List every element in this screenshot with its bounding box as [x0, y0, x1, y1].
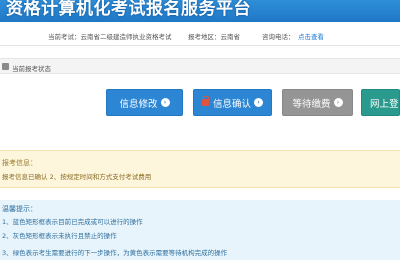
- header-banner: 资格计算机化考试报名服务平台: [0, 0, 400, 22]
- tip-item: 2、灰色矩形框表示未执行且禁止的操作: [2, 232, 117, 240]
- chevron-right-circle-icon: ›: [333, 98, 343, 107]
- online-login-label: 网上登: [370, 98, 399, 110]
- notice-text: 报考信息已确认 2、按规定时间和方式支付考试费用: [2, 173, 152, 181]
- tips-panel: 温馨提示： 1、蓝色矩形框表示目前已完成或可以进行的操作 2、灰色矩形框表示未执…: [0, 200, 400, 260]
- status-icon: [2, 63, 9, 70]
- info-modify-label: 信息修改: [119, 98, 158, 110]
- tip-item: 3、绿色表示考生需要进行的下一步操作，为黄色表示需要等待机构完成的操作: [2, 249, 228, 257]
- exam-info-notice: 报考信息： 报考信息已确认 2、按规定时间和方式支付考试费用: [0, 150, 400, 188]
- hotline-view-link[interactable]: 点击查看: [298, 31, 324, 41]
- status-bar: 当前报考状态: [0, 58, 400, 74]
- status-title: 当前报考状态: [12, 65, 51, 73]
- chevron-right-circle-icon: ›: [254, 98, 263, 107]
- tips-title: 温馨提示：: [2, 205, 37, 213]
- exam-info-bar: 当前考试：云南省二级建造师执业资格考试 报考地区：云南省 咨询电话： 点击查看: [0, 22, 400, 46]
- notice-title: 报考信息：: [2, 159, 37, 167]
- chevron-right-circle-icon: ›: [160, 98, 170, 107]
- hotline-label: 咨询电话：: [262, 33, 295, 41]
- info-confirm-button[interactable]: 信息确认 ›: [193, 89, 272, 116]
- exam-region-label: 报考地区：云南省: [188, 33, 240, 41]
- info-modify-button[interactable]: 信息修改 ›: [106, 89, 183, 116]
- tip-item: 1、蓝色矩形框表示目前已完成或可以进行的操作: [2, 218, 143, 226]
- lock-icon: [201, 96, 210, 106]
- await-payment-label: 等待缴费: [292, 98, 331, 110]
- await-payment-button[interactable]: 等待缴费 ›: [282, 89, 353, 116]
- online-login-button[interactable]: 网上登: [361, 89, 400, 116]
- info-confirm-label: 信息确认: [212, 98, 251, 110]
- platform-title: 资格计算机化考试报名服务平台: [6, 0, 251, 19]
- current-exam-label: 当前考试：云南省二级建造师执业资格考试: [48, 33, 172, 41]
